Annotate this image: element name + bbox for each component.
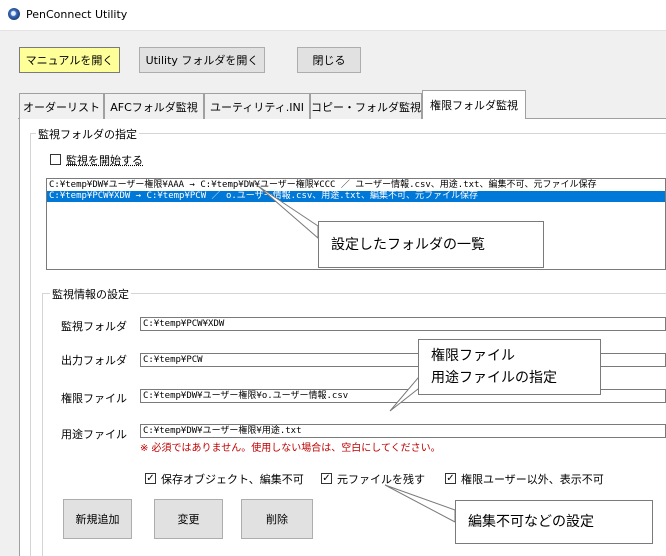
monitor-info-group-label: 監視情報の設定 [50, 286, 131, 302]
keep-original-label[interactable]: 元ファイルを残す [337, 471, 425, 487]
list-item[interactable]: C:¥temp¥PCW¥XDW → C:¥temp¥PCW ／ o.ユーザー情報… [47, 191, 665, 202]
tab-utility-ini[interactable]: ユーティリティ.INI [204, 93, 310, 119]
usage-file-label: 用途ファイル [61, 428, 127, 441]
tab-permission-folder-monitor[interactable]: 権限フォルダ監視 [422, 90, 526, 119]
open-manual-button[interactable]: マニュアルを開く [19, 47, 120, 73]
start-monitor-checkbox[interactable] [50, 154, 61, 165]
hide-except-permitted-checkbox[interactable]: ✓ [445, 473, 456, 484]
list-item[interactable]: C:¥temp¥DW¥ユーザー権限¥AAA → C:¥temp¥DW¥ユーザー権… [47, 180, 665, 191]
hide-except-permitted-label[interactable]: 権限ユーザー以外、表示不可 [461, 471, 604, 487]
title-bar: PenConnect Utility [0, 0, 666, 31]
tab-order-list[interactable]: オーダーリスト [19, 93, 104, 119]
permission-file-label: 権限ファイル [61, 392, 127, 405]
app-icon [8, 8, 20, 20]
folder-list-callout: 設定したフォルダの一覧 [318, 221, 544, 268]
start-monitor-label[interactable]: 監視を開始する [66, 152, 143, 168]
add-new-button[interactable]: 新規追加 [63, 499, 132, 539]
monitor-folder-input[interactable]: C:¥temp¥PCW¥XDW [140, 317, 666, 331]
files-callout: 権限ファイル 用途ファイルの指定 [418, 339, 601, 395]
monitor-folder-label: 監視フォルダ [61, 320, 127, 333]
keep-original-checkbox[interactable]: ✓ [321, 473, 332, 484]
delete-button[interactable]: 削除 [241, 499, 313, 539]
change-button[interactable]: 変更 [154, 499, 223, 539]
usage-file-input[interactable]: C:¥temp¥DW¥ユーザー権限¥用途.txt [140, 424, 666, 438]
tab-copy-folder-monitor[interactable]: コピー・フォルダ監視 [310, 93, 422, 119]
files-callout-line1: 権限ファイル [431, 348, 515, 364]
keep-object-checkbox[interactable]: ✓ [145, 473, 156, 484]
monitor-folders-group-label: 監視フォルダの指定 [36, 126, 139, 142]
files-callout-line2: 用途ファイルの指定 [431, 370, 557, 386]
window-title: PenConnect Utility [26, 8, 128, 21]
tab-afc-folder-monitor[interactable]: AFCフォルダ監視 [104, 93, 204, 119]
settings-callout: 編集不可などの設定 [455, 500, 653, 544]
output-folder-label: 出力フォルダ [61, 354, 127, 367]
open-utility-folder-button[interactable]: Utility フォルダを開く [139, 47, 265, 73]
close-button[interactable]: 閉じる [297, 47, 361, 73]
keep-object-label[interactable]: 保存オブジェクト、編集不可 [161, 471, 304, 487]
usage-file-note: ※ 必須ではありません。使用しない場合は、空白にしてください。 [140, 443, 441, 454]
